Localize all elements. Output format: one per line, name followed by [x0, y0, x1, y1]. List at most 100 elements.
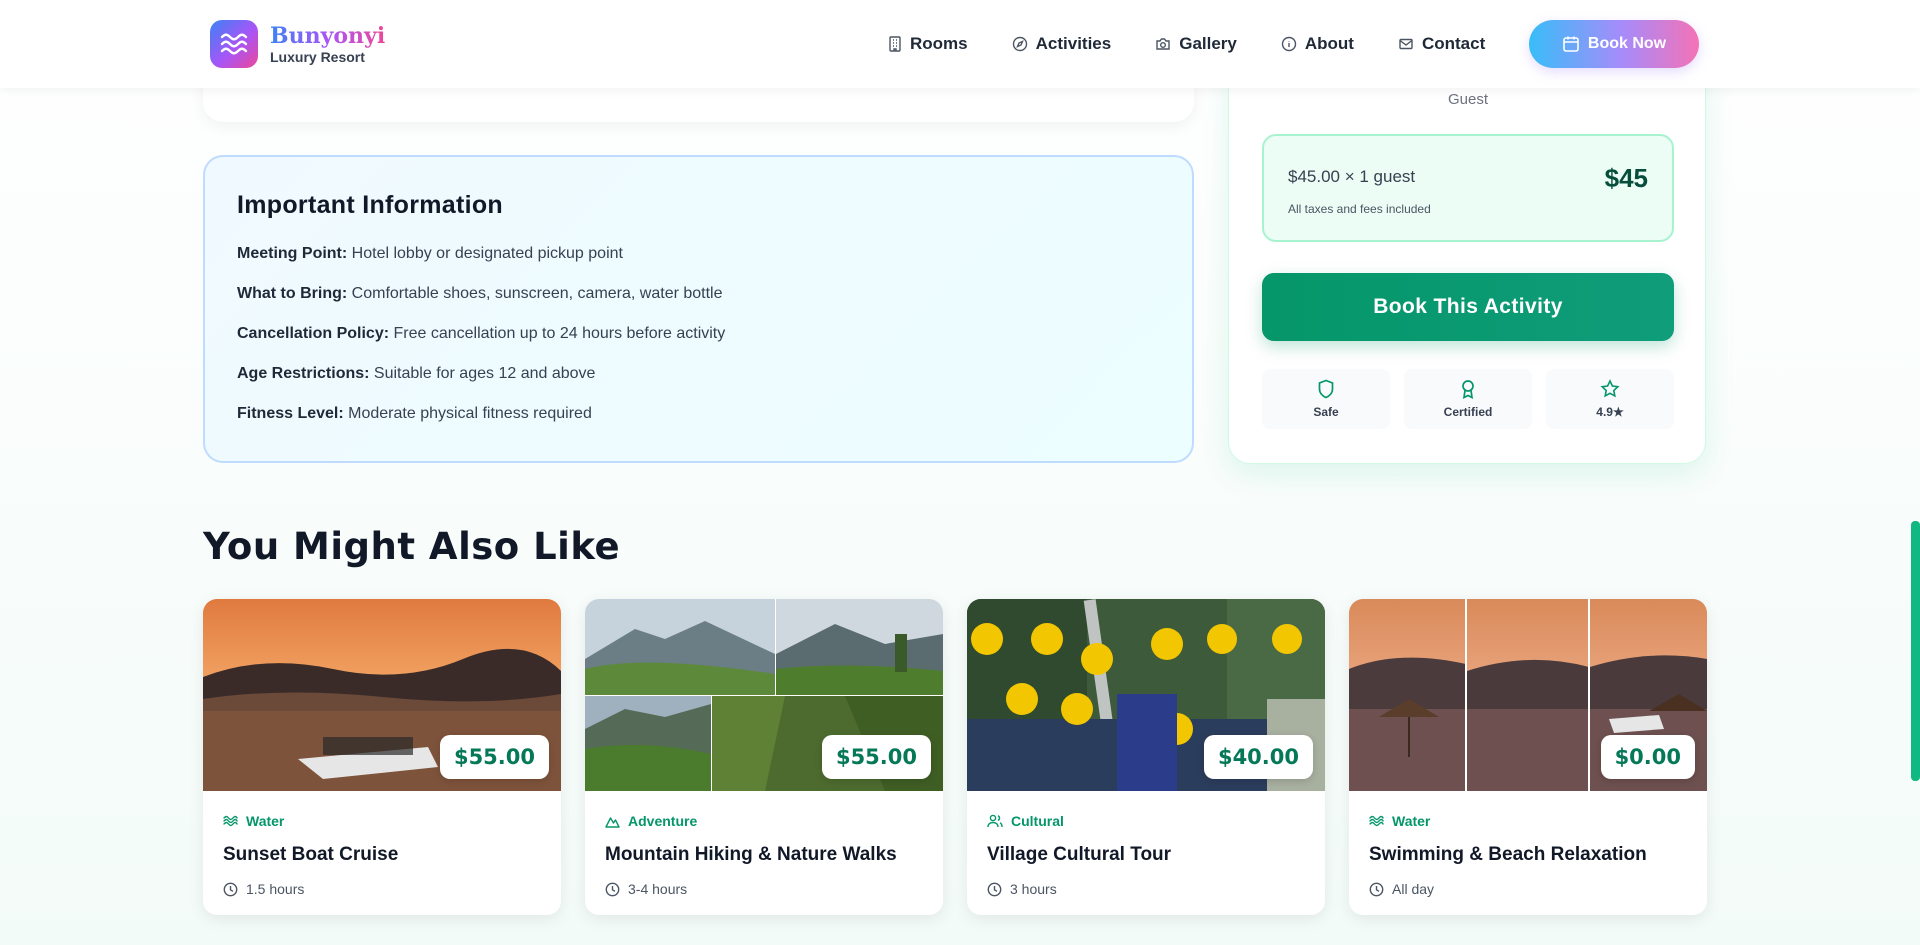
activity-category: Cultural	[987, 813, 1305, 829]
info-value: Comfortable shoes, sunscreen, camera, wa…	[351, 285, 723, 302]
activity-duration-label: 1.5 hours	[246, 881, 305, 897]
badge-label: Safe	[1313, 405, 1339, 419]
activity-category-label: Cultural	[1011, 813, 1064, 829]
trust-badges: Safe Certified 4.9★	[1262, 369, 1674, 429]
activity-category-label: Water	[246, 813, 285, 829]
nav-label: Contact	[1421, 34, 1486, 53]
calendar-icon	[1563, 36, 1579, 52]
activity-title: Mountain Hiking & Nature Walks	[605, 844, 897, 865]
nav-label: Rooms	[910, 34, 968, 53]
award-icon	[1462, 380, 1474, 399]
waves-icon	[1369, 815, 1384, 827]
important-information-title: Important Information	[237, 191, 504, 219]
badge-label: Certified	[1443, 405, 1493, 419]
activity-price: $40.00	[1203, 735, 1313, 779]
activity-duration-label: 3-4 hours	[628, 881, 688, 897]
activity-category-label: Adventure	[628, 813, 698, 829]
users-icon	[987, 814, 1003, 828]
clock-icon	[1369, 882, 1384, 896]
brand-name: Bunyonyi	[270, 23, 386, 49]
info-value: Free cancellation up to 24 hours before …	[393, 325, 726, 342]
mail-icon	[1399, 38, 1413, 50]
activity-category-label: Water	[1392, 813, 1431, 829]
info-what-to-bring: What to Bring: Comfortable shoes, sunscr…	[237, 284, 1160, 304]
info-label: What to Bring:	[237, 285, 348, 302]
info-label: Fitness Level:	[237, 405, 344, 422]
activity-card[interactable]: $55.00 Adventure Mountain Hiking & Natur…	[585, 599, 943, 915]
waves-logo-icon	[210, 20, 258, 68]
activity-image-beach-relaxation: $0.00	[1349, 599, 1707, 791]
nav-item-gallery[interactable]: Gallery	[1155, 32, 1237, 56]
info-label: Age Restrictions:	[237, 365, 370, 382]
info-label: Cancellation Policy:	[237, 325, 390, 342]
book-now-label: Book Now	[1587, 35, 1667, 52]
clock-icon	[223, 882, 238, 896]
activity-title: Swimming & Beach Relaxation	[1369, 844, 1647, 865]
info-meeting-point: Meeting Point: Hotel lobby or designated…	[237, 244, 1160, 264]
guest-label: Guest	[1447, 91, 1489, 108]
activity-title: Sunset Boat Cruise	[223, 844, 399, 865]
info-cancellation-policy: Cancellation Policy: Free cancellation u…	[237, 324, 1160, 344]
brand-logo[interactable]: Bunyonyi Luxury Resort	[210, 20, 385, 68]
building-icon	[889, 36, 901, 52]
activity-duration-label: 3 hours	[1010, 881, 1057, 897]
activity-duration: 1.5 hours	[223, 881, 541, 897]
brand-tagline: Luxury Resort	[270, 49, 365, 65]
activity-card[interactable]: $55.00 Water Sunset Boat Cruise 1.5 hour…	[203, 599, 561, 915]
nav-item-about[interactable]: About	[1281, 32, 1354, 56]
activity-image-sunset-boat: $55.00	[203, 599, 561, 791]
activity-price: $55.00	[439, 735, 549, 779]
activity-duration: 3 hours	[987, 881, 1305, 897]
mountain-icon	[605, 816, 620, 828]
activity-price: $0.00	[1600, 735, 1695, 779]
info-fitness-level: Fitness Level: Moderate physical fitness…	[237, 404, 1160, 424]
nav-label: Activities	[1035, 34, 1112, 53]
price-breakdown: $45.00 × 1 guest	[1288, 167, 1416, 186]
main-nav: Rooms Activities Gallery About Contact	[888, 32, 1529, 56]
activity-duration: 3-4 hours	[605, 881, 923, 897]
nav-item-activities[interactable]: Activities	[1012, 32, 1112, 56]
info-icon	[1281, 36, 1297, 52]
compass-icon	[1012, 36, 1027, 52]
book-now-button[interactable]: Book Now	[1529, 20, 1699, 68]
nav-item-rooms[interactable]: Rooms	[888, 32, 968, 56]
shield-icon	[1318, 379, 1334, 399]
activity-card[interactable]: $0.00 Water Swimming & Beach Relaxation …	[1349, 599, 1707, 915]
star-icon	[1600, 379, 1620, 398]
info-label: Meeting Point:	[237, 245, 348, 262]
badge-safe: Safe	[1262, 369, 1390, 429]
top-navbar: Bunyonyi Luxury Resort Rooms Activities …	[0, 0, 1920, 88]
price-note: All taxes and fees included	[1288, 202, 1431, 216]
related-activities-grid: $55.00 Water Sunset Boat Cruise 1.5 hour…	[203, 599, 1707, 915]
book-activity-button[interactable]: Book This Activity	[1262, 273, 1674, 341]
info-age-restrictions: Age Restrictions: Suitable for ages 12 a…	[237, 364, 1160, 384]
info-value: Moderate physical fitness required	[348, 405, 592, 422]
nav-label: About	[1304, 34, 1354, 53]
activity-card[interactable]: $40.00 Cultural Village Cultural Tour 3 …	[967, 599, 1325, 915]
activity-title: Village Cultural Tour	[987, 844, 1172, 865]
price-total: $45	[1604, 163, 1648, 193]
badge-rating: 4.9★	[1546, 369, 1674, 429]
activity-price: $55.00	[821, 735, 931, 779]
page-scrollbar[interactable]	[1911, 521, 1920, 781]
related-activities-title: You Might Also Like	[203, 525, 621, 568]
activity-image-cultural-tour: $40.00	[967, 599, 1325, 791]
nav-label: Gallery	[1179, 34, 1237, 53]
info-value: Hotel lobby or designated pickup point	[351, 245, 623, 262]
activity-category: Adventure	[605, 813, 923, 829]
activity-category: Water	[223, 813, 541, 829]
badge-label: 4.9★	[1596, 405, 1624, 419]
clock-icon	[605, 882, 620, 896]
activity-category: Water	[1369, 813, 1687, 829]
important-information-card: Important Information Meeting Point: Hot…	[203, 155, 1194, 463]
info-value: Suitable for ages 12 and above	[373, 365, 596, 382]
activity-duration: All day	[1369, 881, 1687, 897]
activity-duration-label: All day	[1392, 881, 1435, 897]
waves-icon	[223, 815, 238, 827]
nav-item-contact[interactable]: Contact	[1398, 32, 1485, 56]
camera-icon	[1156, 38, 1170, 50]
badge-certified: Certified	[1404, 369, 1532, 429]
activity-image-mountain-hiking: $55.00	[585, 599, 943, 791]
clock-icon	[987, 882, 1002, 896]
price-summary: $45.00 × 1 guest $45 All taxes and fees …	[1262, 134, 1674, 242]
